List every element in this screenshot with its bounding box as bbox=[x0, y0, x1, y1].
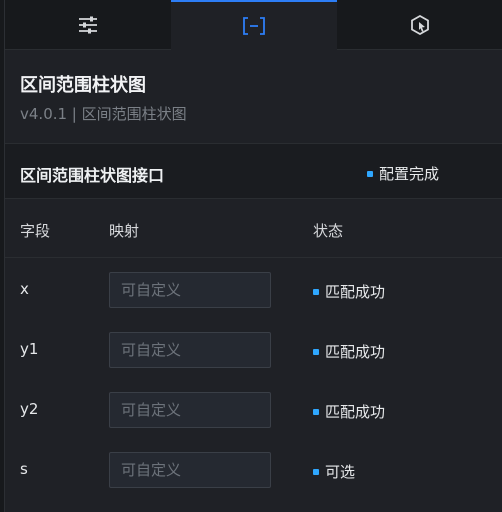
component-version: v4.0.1 | 区间范围柱状图 bbox=[20, 105, 187, 123]
interface-status-label: 配置完成 bbox=[379, 165, 440, 183]
tab-data[interactable] bbox=[171, 0, 337, 50]
status-dot-icon bbox=[367, 170, 373, 177]
status-dot-icon bbox=[313, 468, 319, 475]
status-dot-icon bbox=[313, 348, 319, 355]
field-status: 匹配成功 bbox=[313, 281, 385, 302]
interface-title: 区间范围柱状图接口 bbox=[20, 166, 165, 185]
component-title: 区间范围柱状图 bbox=[20, 75, 146, 96]
data-bracket-icon bbox=[243, 17, 265, 35]
mapping-input-x[interactable] bbox=[109, 272, 271, 308]
mapping-input-y2[interactable] bbox=[109, 392, 271, 428]
interface-status: 配置完成 bbox=[367, 163, 439, 184]
field-name: s bbox=[20, 460, 28, 478]
column-header-mapping: 映射 bbox=[109, 222, 140, 240]
tab-settings[interactable] bbox=[5, 0, 171, 50]
data-panel: 区间范围柱状图 v4.0.1 | 区间范围柱状图 区间范围柱状图接口 配置完成 … bbox=[5, 50, 502, 512]
field-name: x bbox=[20, 280, 29, 298]
field-status: 匹配成功 bbox=[313, 401, 385, 422]
tab-bar bbox=[5, 0, 502, 50]
field-row-x: x 匹配成功 bbox=[5, 260, 502, 320]
field-status-label: 可选 bbox=[325, 463, 356, 481]
column-header-field: 字段 bbox=[20, 222, 51, 240]
cursor-hex-icon bbox=[410, 15, 429, 35]
status-dot-icon bbox=[313, 288, 319, 295]
field-status-label: 匹配成功 bbox=[325, 283, 386, 301]
column-header-status: 状态 bbox=[313, 222, 344, 240]
field-table-header: 字段 映射 状态 bbox=[5, 200, 502, 258]
mapping-input-y1[interactable] bbox=[109, 332, 271, 368]
field-status-label: 匹配成功 bbox=[325, 403, 386, 421]
interface-section-header[interactable]: 区间范围柱状图接口 配置完成 bbox=[5, 143, 502, 199]
config-panel-frame: 区间范围柱状图 v4.0.1 | 区间范围柱状图 区间范围柱状图接口 配置完成 … bbox=[0, 0, 502, 512]
field-status-label: 匹配成功 bbox=[325, 343, 386, 361]
mapping-input-s[interactable] bbox=[109, 452, 271, 488]
field-row-y2: y2 匹配成功 bbox=[5, 380, 502, 440]
field-name: y2 bbox=[20, 400, 39, 418]
component-header: 区间范围柱状图 v4.0.1 | 区间范围柱状图 bbox=[5, 50, 502, 143]
field-row-y1: y1 匹配成功 bbox=[5, 320, 502, 380]
sliders-icon bbox=[79, 16, 97, 34]
field-row-s: s 可选 bbox=[5, 440, 502, 500]
tab-interaction[interactable] bbox=[337, 0, 502, 50]
field-status: 可选 bbox=[313, 461, 355, 482]
field-name: y1 bbox=[20, 340, 39, 358]
status-dot-icon bbox=[313, 408, 319, 415]
field-status: 匹配成功 bbox=[313, 341, 385, 362]
